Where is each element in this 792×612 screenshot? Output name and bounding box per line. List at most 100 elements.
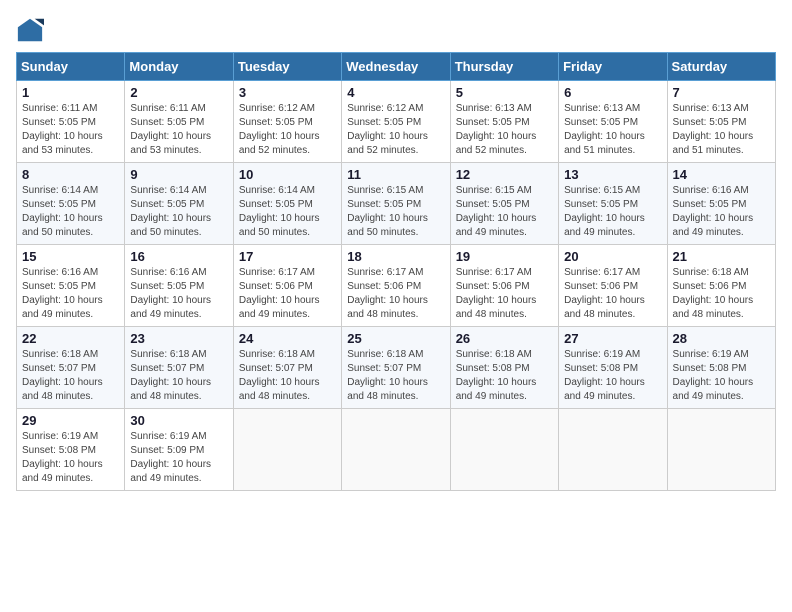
calendar-cell: 29 Sunrise: 6:19 AM Sunset: 5:08 PM Dayli…	[17, 409, 125, 491]
day-number: 7	[673, 85, 770, 100]
calendar-cell: 11 Sunrise: 6:15 AM Sunset: 5:05 PM Dayli…	[342, 163, 450, 245]
day-number: 24	[239, 331, 336, 346]
header	[16, 16, 776, 44]
day-number: 19	[456, 249, 553, 264]
header-monday: Monday	[125, 53, 233, 81]
calendar-cell: 22Sunrise: 6:18 AM Sunset: 5:07 PM Dayli…	[17, 327, 125, 409]
day-number: 29	[22, 413, 119, 428]
calendar-cell: 7 Sunrise: 6:13 AM Sunset: 5:05 PM Daylig…	[667, 81, 775, 163]
day-number: 21	[673, 249, 770, 264]
day-info: Sunrise: 6:19 AM Sunset: 5:08 PM Dayligh…	[564, 348, 661, 404]
day-info: Sunrise: 6:14 AM Sunset: 5:05 PM Dayligh…	[130, 184, 227, 240]
header-saturday: Saturday	[667, 53, 775, 81]
day-number: 2	[130, 85, 227, 100]
calendar-cell	[342, 409, 450, 491]
day-info: Sunrise: 6:16 AM Sunset: 5:05 PM Dayligh…	[130, 266, 227, 322]
day-number: 4	[347, 85, 444, 100]
calendar-cell: 25 Sunrise: 6:18 AM Sunset: 5:07 PM Dayli…	[342, 327, 450, 409]
header-friday: Friday	[559, 53, 667, 81]
day-number: 3	[239, 85, 336, 100]
calendar-week-5: 29 Sunrise: 6:19 AM Sunset: 5:08 PM Dayli…	[17, 409, 776, 491]
day-number: 25	[347, 331, 444, 346]
day-number: 16	[130, 249, 227, 264]
calendar-cell: 8 Sunrise: 6:14 AM Sunset: 5:05 PM Daylig…	[17, 163, 125, 245]
calendar-cell: 23Sunrise: 6:18 AM Sunset: 5:07 PM Dayli…	[125, 327, 233, 409]
calendar-cell: 15 Sunrise: 6:16 AM Sunset: 5:05 PM Dayli…	[17, 245, 125, 327]
calendar-cell: 5 Sunrise: 6:13 AM Sunset: 5:05 PM Daylig…	[450, 81, 558, 163]
logo	[16, 16, 48, 44]
day-info: Sunrise: 6:18 AM Sunset: 5:06 PM Dayligh…	[673, 266, 770, 322]
day-number: 26	[456, 331, 553, 346]
day-number: 10	[239, 167, 336, 182]
calendar-cell: 26 Sunrise: 6:18 AM Sunset: 5:08 PM Dayli…	[450, 327, 558, 409]
calendar-cell	[450, 409, 558, 491]
day-info: Sunrise: 6:18 AM Sunset: 5:08 PM Dayligh…	[456, 348, 553, 404]
calendar-cell: 2 Sunrise: 6:11 AM Sunset: 5:05 PM Daylig…	[125, 81, 233, 163]
day-number: 14	[673, 167, 770, 182]
day-info: Sunrise: 6:11 AM Sunset: 5:05 PM Dayligh…	[130, 102, 227, 158]
header-sunday: Sunday	[17, 53, 125, 81]
day-info: Sunrise: 6:13 AM Sunset: 5:05 PM Dayligh…	[456, 102, 553, 158]
calendar-cell: 27 Sunrise: 6:19 AM Sunset: 5:08 PM Dayli…	[559, 327, 667, 409]
calendar-week-4: 22 Sunrise: 6:18 AM Sunset: 5:07 PM Dayli…	[17, 327, 776, 409]
day-info: Sunrise: 6:13 AM Sunset: 5:05 PM Dayligh…	[673, 102, 770, 158]
calendar-cell: 14 Sunrise: 6:16 AM Sunset: 5:05 PM Dayli…	[667, 163, 775, 245]
day-info: Sunrise: 6:19 AM Sunset: 5:08 PM Dayligh…	[673, 348, 770, 404]
day-number: 22	[22, 331, 119, 346]
calendar-cell: 12Sunrise: 6:15 AM Sunset: 5:05 PM Dayli…	[450, 163, 558, 245]
calendar-cell: 16 Sunrise: 6:16 AM Sunset: 5:05 PM Dayli…	[125, 245, 233, 327]
calendar-cell: 18Sunrise: 6:17 AM Sunset: 5:06 PM Dayli…	[342, 245, 450, 327]
header-wednesday: Wednesday	[342, 53, 450, 81]
calendar-cell: 4Sunrise: 6:12 AM Sunset: 5:05 PM Daylig…	[342, 81, 450, 163]
day-info: Sunrise: 6:12 AM Sunset: 5:05 PM Dayligh…	[239, 102, 336, 158]
day-number: 1	[22, 85, 119, 100]
day-info: Sunrise: 6:14 AM Sunset: 5:05 PM Dayligh…	[239, 184, 336, 240]
day-number: 6	[564, 85, 661, 100]
calendar-cell	[233, 409, 341, 491]
day-info: Sunrise: 6:15 AM Sunset: 5:05 PM Dayligh…	[347, 184, 444, 240]
day-number: 9	[130, 167, 227, 182]
day-number: 15	[22, 249, 119, 264]
day-info: Sunrise: 6:18 AM Sunset: 5:07 PM Dayligh…	[347, 348, 444, 404]
day-info: Sunrise: 6:15 AM Sunset: 5:05 PM Dayligh…	[564, 184, 661, 240]
day-info: Sunrise: 6:16 AM Sunset: 5:05 PM Dayligh…	[22, 266, 119, 322]
day-number: 30	[130, 413, 227, 428]
calendar-cell: 24 Sunrise: 6:18 AM Sunset: 5:07 PM Dayli…	[233, 327, 341, 409]
calendar-week-3: 15 Sunrise: 6:16 AM Sunset: 5:05 PM Dayli…	[17, 245, 776, 327]
header-tuesday: Tuesday	[233, 53, 341, 81]
day-number: 28	[673, 331, 770, 346]
calendar-cell	[667, 409, 775, 491]
calendar-cell: 13 Sunrise: 6:15 AM Sunset: 5:05 PM Dayli…	[559, 163, 667, 245]
day-info: Sunrise: 6:19 AM Sunset: 5:08 PM Dayligh…	[22, 430, 119, 486]
day-info: Sunrise: 6:18 AM Sunset: 5:07 PM Dayligh…	[239, 348, 336, 404]
calendar-cell: 21 Sunrise: 6:18 AM Sunset: 5:06 PM Dayli…	[667, 245, 775, 327]
calendar-cell: 3 Sunrise: 6:12 AM Sunset: 5:05 PM Daylig…	[233, 81, 341, 163]
day-info: Sunrise: 6:13 AM Sunset: 5:05 PM Dayligh…	[564, 102, 661, 158]
day-number: 5	[456, 85, 553, 100]
day-number: 11	[347, 167, 444, 182]
calendar-cell: 28 Sunrise: 6:19 AM Sunset: 5:08 PM Dayli…	[667, 327, 775, 409]
day-number: 8	[22, 167, 119, 182]
day-number: 20	[564, 249, 661, 264]
day-info: Sunrise: 6:17 AM Sunset: 5:06 PM Dayligh…	[347, 266, 444, 322]
calendar-week-1: 1 Sunrise: 6:11 AM Sunset: 5:05 PM Daylig…	[17, 81, 776, 163]
calendar-cell: 17Sunrise: 6:17 AM Sunset: 5:06 PM Dayli…	[233, 245, 341, 327]
header-thursday: Thursday	[450, 53, 558, 81]
day-info: Sunrise: 6:17 AM Sunset: 5:06 PM Dayligh…	[564, 266, 661, 322]
calendar-cell: 9 Sunrise: 6:14 AM Sunset: 5:05 PM Daylig…	[125, 163, 233, 245]
day-info: Sunrise: 6:17 AM Sunset: 5:06 PM Dayligh…	[456, 266, 553, 322]
day-info: Sunrise: 6:11 AM Sunset: 5:05 PM Dayligh…	[22, 102, 119, 158]
day-number: 13	[564, 167, 661, 182]
calendar-cell: 10 Sunrise: 6:14 AM Sunset: 5:05 PM Dayli…	[233, 163, 341, 245]
day-info: Sunrise: 6:17 AM Sunset: 5:06 PM Dayligh…	[239, 266, 336, 322]
day-info: Sunrise: 6:19 AM Sunset: 5:09 PM Dayligh…	[130, 430, 227, 486]
day-info: Sunrise: 6:14 AM Sunset: 5:05 PM Dayligh…	[22, 184, 119, 240]
calendar-cell: 6 Sunrise: 6:13 AM Sunset: 5:05 PM Daylig…	[559, 81, 667, 163]
calendar-cell	[559, 409, 667, 491]
calendar-table: SundayMondayTuesdayWednesdayThursdayFrid…	[16, 52, 776, 491]
day-number: 23	[130, 331, 227, 346]
calendar-header-row: SundayMondayTuesdayWednesdayThursdayFrid…	[17, 53, 776, 81]
day-info: Sunrise: 6:16 AM Sunset: 5:05 PM Dayligh…	[673, 184, 770, 240]
day-number: 27	[564, 331, 661, 346]
calendar-cell: 30 Sunrise: 6:19 AM Sunset: 5:09 PM Dayli…	[125, 409, 233, 491]
